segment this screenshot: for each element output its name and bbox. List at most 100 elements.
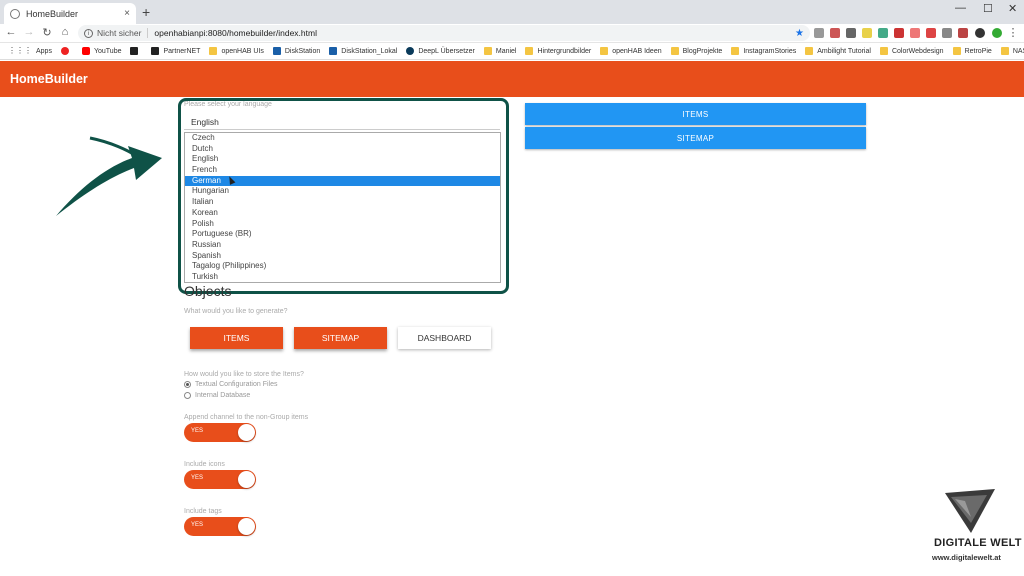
bookmark-label: Maniel bbox=[495, 47, 517, 55]
objects-heading: Objects bbox=[184, 283, 232, 299]
include-tags-toggle[interactable]: YES bbox=[184, 517, 256, 536]
include-icons-toggle[interactable]: YES bbox=[184, 470, 256, 489]
profile-avatar-icon[interactable] bbox=[975, 28, 985, 38]
bookmarks-bar: ⋮⋮⋮ Apps YouTube PartnerNET openHAB UIs DiskS… bbox=[0, 43, 1024, 60]
language-option[interactable]: French bbox=[185, 165, 500, 176]
back-icon[interactable]: ← bbox=[4, 26, 18, 38]
bookmark-item[interactable]: RetroPie bbox=[952, 47, 992, 55]
extension-icon[interactable] bbox=[942, 28, 952, 38]
generate-sitemap-button[interactable]: SITEMAP bbox=[294, 327, 387, 349]
language-option[interactable]: Spanish bbox=[185, 251, 500, 262]
language-option[interactable]: Portuguese (BR) bbox=[185, 229, 500, 240]
maximize-icon[interactable]: ☐ bbox=[983, 2, 993, 15]
app-title: HomeBuilder bbox=[10, 72, 88, 86]
youtube-icon bbox=[81, 47, 90, 55]
toggle-state: YES bbox=[191, 522, 204, 528]
bookmark-label: openHAB Ideen bbox=[612, 47, 662, 55]
tab-strip: HomeBuilder × + — ☐ ✕ bbox=[0, 0, 1024, 24]
folder-icon bbox=[952, 47, 961, 55]
close-window-icon[interactable]: ✕ bbox=[1008, 2, 1017, 15]
extension-icon[interactable] bbox=[814, 28, 824, 38]
extension-icon[interactable] bbox=[926, 28, 936, 38]
items-button[interactable]: ITEMS bbox=[525, 103, 866, 125]
extension-icon[interactable] bbox=[846, 28, 856, 38]
pocket-icon[interactable] bbox=[830, 28, 840, 38]
language-dropdown[interactable]: Czech Dutch English French German Hungarian It… bbox=[184, 132, 501, 283]
bookmark-item[interactable]: NAS bbox=[1000, 47, 1024, 55]
profile-avatar-icon[interactable] bbox=[992, 28, 1002, 38]
bookmark-label: BlogProjekte bbox=[682, 47, 723, 55]
extension-icon[interactable] bbox=[910, 28, 920, 38]
address-bar[interactable]: i Nicht sicher openhabianpi:8080/homebui… bbox=[78, 25, 810, 41]
bookmark-item[interactable]: openHAB Ideen bbox=[600, 47, 662, 55]
toggle-knob[interactable] bbox=[238, 518, 255, 535]
radio-checked-icon[interactable] bbox=[184, 381, 191, 388]
bookmark-item[interactable]: Maniel bbox=[483, 47, 517, 55]
menu-icon[interactable]: ⋮ bbox=[1006, 26, 1020, 39]
bookmark-item[interactable]: ColorWebdesign bbox=[879, 47, 944, 55]
bookmark-label: YouTube bbox=[93, 47, 122, 55]
append-channel-toggle[interactable]: YES bbox=[184, 423, 256, 442]
language-option[interactable]: English bbox=[185, 154, 500, 165]
tab-close-icon[interactable]: × bbox=[124, 8, 130, 19]
language-option[interactable]: Italian bbox=[185, 197, 500, 208]
minimize-icon[interactable]: — bbox=[955, 2, 966, 14]
language-option[interactable]: Dutch bbox=[185, 144, 500, 155]
info-icon[interactable]: i bbox=[84, 28, 93, 38]
url-text[interactable]: openhabianpi:8080/homebuilder/index.html bbox=[154, 28, 317, 38]
reload-icon[interactable]: ↻ bbox=[40, 26, 54, 39]
language-option[interactable]: Tagalog (Philippines) bbox=[185, 261, 500, 272]
toggle-knob[interactable] bbox=[238, 424, 255, 441]
language-option[interactable]: Czech bbox=[185, 133, 500, 144]
bookmark-item[interactable]: YouTube bbox=[81, 47, 122, 55]
language-option[interactable]: Turkish bbox=[185, 272, 500, 282]
extension-icon[interactable] bbox=[958, 28, 968, 38]
bookmark-item[interactable]: BlogProjekte bbox=[670, 47, 723, 55]
bookmark-item[interactable]: DiskStation_Lokal bbox=[329, 47, 397, 55]
new-tab-button[interactable]: + bbox=[142, 4, 150, 20]
language-option[interactable]: Russian bbox=[185, 240, 500, 251]
language-option[interactable]: Hungarian bbox=[185, 186, 500, 197]
radio-internal-db[interactable]: Internal Database bbox=[184, 392, 250, 399]
bookmark-label: DeepL Übersetzer bbox=[418, 47, 475, 55]
browser-tab[interactable]: HomeBuilder × bbox=[4, 3, 136, 24]
extension-icon[interactable] bbox=[862, 28, 872, 38]
bookmark-label: Ambilight Tutorial bbox=[817, 47, 871, 55]
forward-icon[interactable]: → bbox=[22, 26, 36, 38]
folder-icon bbox=[600, 47, 609, 55]
language-option[interactable]: Polish bbox=[185, 219, 500, 230]
diskstation-icon bbox=[272, 47, 281, 55]
language-select[interactable]: English bbox=[191, 117, 219, 127]
bookmark-item[interactable]: PartnerNET bbox=[151, 47, 200, 55]
objects-subtitle: What would you like to generate? bbox=[184, 308, 288, 315]
sitemap-button[interactable]: SITEMAP bbox=[525, 127, 866, 149]
radio-unchecked-icon[interactable] bbox=[184, 392, 191, 399]
radio-textual[interactable]: Textual Configuration Files bbox=[184, 381, 278, 388]
extension-icon[interactable] bbox=[894, 28, 904, 38]
generate-items-button[interactable]: ITEMS bbox=[190, 327, 283, 349]
bookmark-label: Hintergrundbilder bbox=[537, 47, 592, 55]
generate-dashboard-button[interactable]: DASHBOARD bbox=[398, 327, 491, 349]
bookmark-item[interactable]: InstagramStories bbox=[731, 47, 796, 55]
bookmark-item[interactable]: Ambilight Tutorial bbox=[805, 47, 871, 55]
bookmark-item[interactable]: DeepL Übersetzer bbox=[406, 47, 475, 55]
toggle-knob[interactable] bbox=[238, 471, 255, 488]
bookmark-star-icon[interactable]: ★ bbox=[795, 28, 804, 39]
deepl-icon bbox=[406, 47, 415, 55]
folder-icon bbox=[1000, 47, 1009, 55]
folder-icon bbox=[805, 47, 814, 55]
language-label: Please select your language bbox=[184, 101, 272, 108]
app-header: HomeBuilder bbox=[0, 61, 1024, 97]
bookmark-item[interactable] bbox=[130, 47, 142, 55]
bookmark-label: DiskStation bbox=[284, 47, 321, 55]
language-option[interactable]: Korean bbox=[185, 208, 500, 219]
home-icon[interactable]: ⌂ bbox=[58, 26, 72, 38]
bookmark-item[interactable]: DiskStation bbox=[272, 47, 321, 55]
pinterest-icon bbox=[60, 47, 69, 55]
bookmark-item[interactable]: openHAB UIs bbox=[209, 47, 264, 55]
storage-question: How would you like to store the Items? bbox=[184, 371, 304, 378]
bookmark-item[interactable]: ⋮⋮⋮ Apps bbox=[8, 47, 52, 55]
bookmark-item[interactable] bbox=[60, 47, 73, 55]
bookmark-item[interactable]: Hintergrundbilder bbox=[525, 47, 591, 55]
extension-icon[interactable] bbox=[878, 28, 888, 38]
